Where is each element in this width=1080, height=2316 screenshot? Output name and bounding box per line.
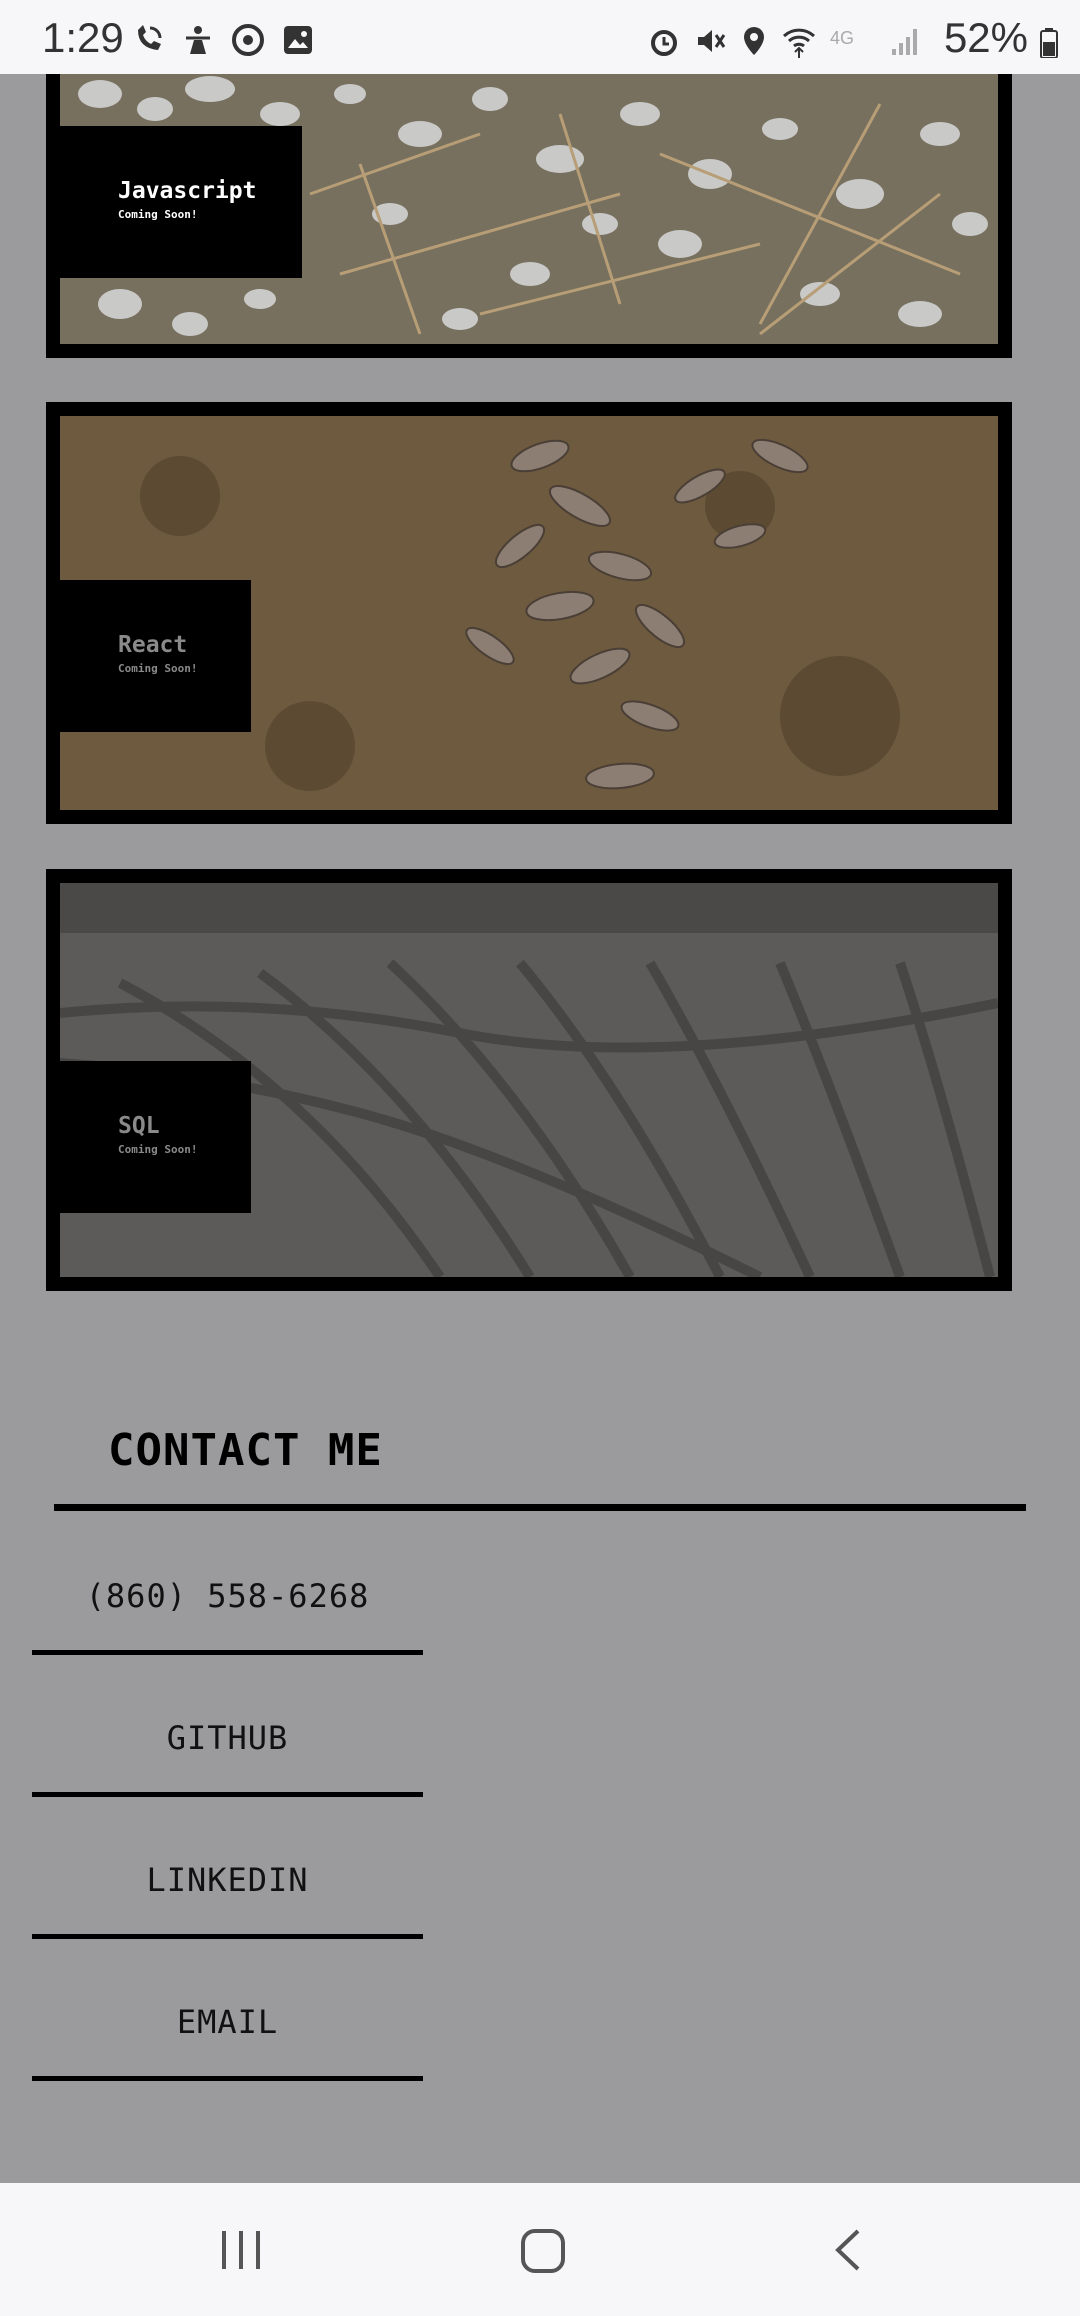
contact-heading-underline [54,1504,1026,1511]
contact-linkedin-link[interactable]: LINKEDIN [32,1839,423,1939]
project-subtitle: Coming Soon! [118,208,198,221]
signal-icon [892,29,917,55]
contact-heading: CONTACT ME [108,1425,383,1476]
contact-email-label: EMAIL [176,2003,279,2041]
wifi-calling-icon [138,25,162,50]
divider [32,1650,423,1655]
wifi-icon [782,28,816,58]
project-label-box: SQL Coming Soon! [60,1061,251,1213]
recent-apps-icon[interactable] [218,2227,264,2273]
gallery-icon [284,26,312,54]
project-title: SQL [118,1113,160,1139]
divider [32,1792,423,1797]
contact-phone-label: (860) 558-6268 [85,1577,370,1615]
project-subtitle: Coming Soon! [118,1143,198,1156]
battery-percent: 52% [943,14,1028,61]
contact-linkedin-label: LINKEDIN [146,1861,309,1899]
contact-github-link[interactable]: GITHUB [32,1697,423,1797]
home-icon[interactable] [519,2227,567,2275]
project-card-react[interactable]: React Coming Soon! [46,402,1012,824]
contact-email-link[interactable]: EMAIL [32,1981,423,2081]
project-title: React [118,632,188,658]
project-label-box: Javascript Coming Soon! [60,126,302,278]
location-icon [744,27,764,55]
project-label-box: React Coming Soon! [60,580,251,732]
svg-text:4G: 4G [830,28,854,48]
back-icon[interactable] [828,2227,868,2273]
alarm-icon [651,30,677,56]
mute-icon [698,30,726,52]
project-card-javascript[interactable]: Javascript Coming Soon! [46,74,1012,358]
project-subtitle: Coming Soon! [118,662,198,675]
battery-icon [1040,28,1058,58]
status-time: 1:29 [42,14,124,61]
status-bar: 1:29 4G 52% [0,0,1080,74]
4g-icon: 4G [830,28,854,48]
divider [32,1934,423,1939]
project-card-sql[interactable]: SQL Coming Soon! [46,869,1012,1291]
system-nav-bar [0,2183,1080,2316]
contact-phone-link[interactable]: (860) 558-6268 [32,1555,423,1655]
project-title: Javascript [118,178,257,204]
accessibility-icon [186,26,210,54]
chrome-icon [232,24,264,56]
divider [32,2076,423,2081]
contact-github-label: GITHUB [166,1719,289,1757]
